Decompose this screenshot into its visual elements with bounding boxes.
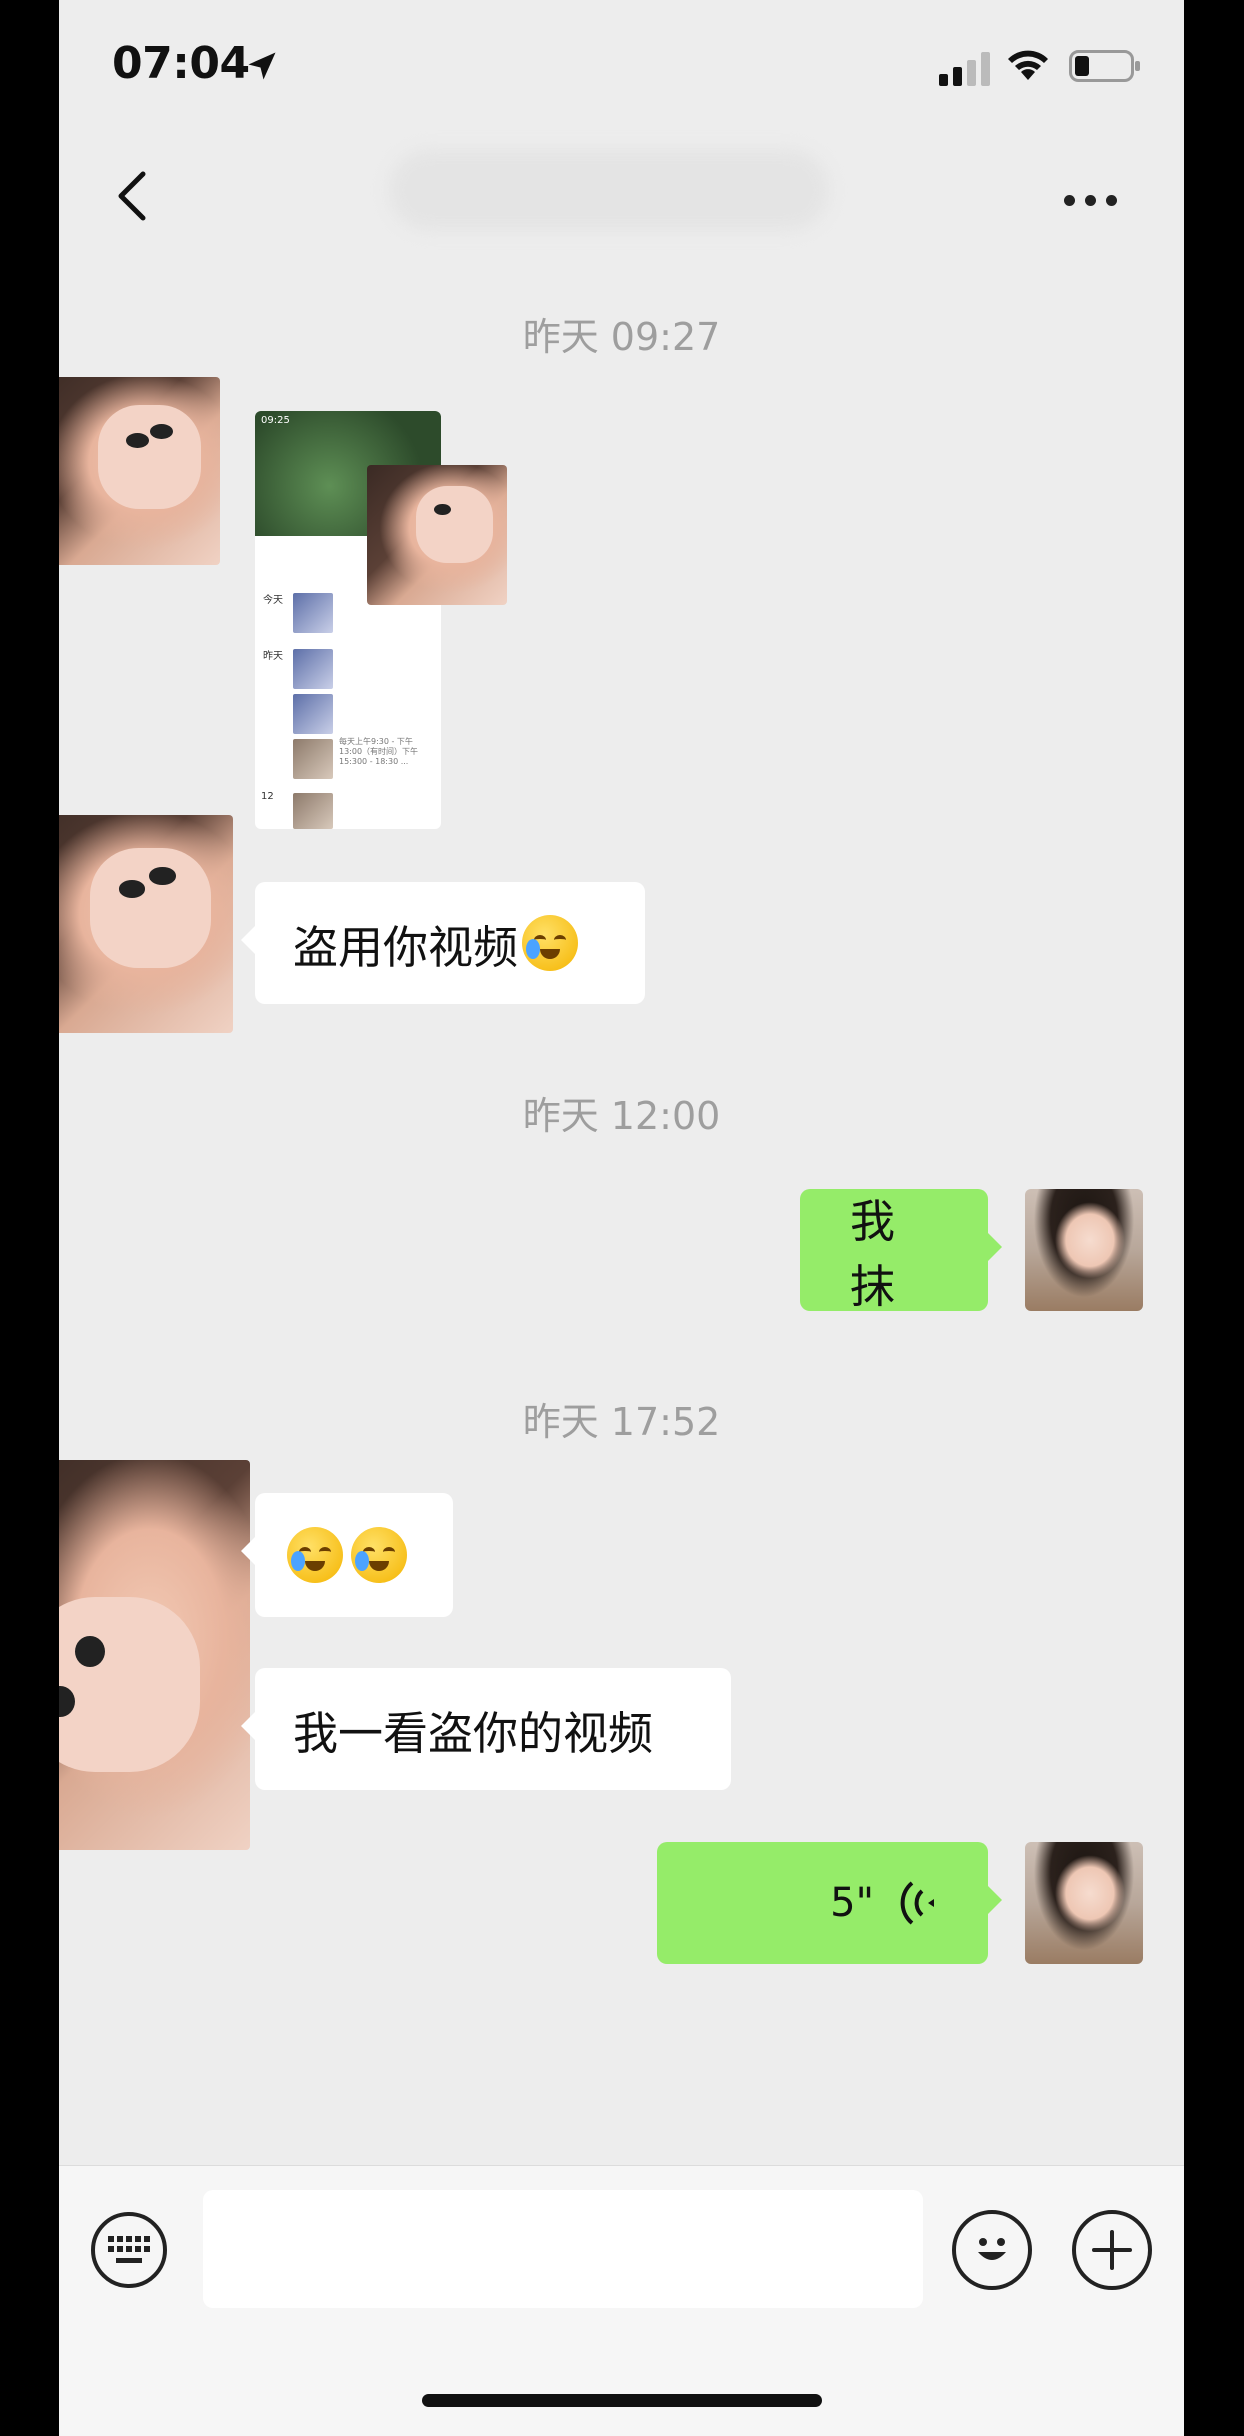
my-avatar[interactable] [1025, 1189, 1143, 1311]
thumb-label: 昨天 [263, 651, 283, 662]
thumb-label: 今天 [263, 595, 283, 606]
voice-wave-icon [900, 1881, 934, 1925]
keyboard-icon[interactable] [91, 2212, 167, 2288]
voice-duration: 5" [830, 1880, 874, 1926]
message-bubble[interactable]: 我一看盗你的视频 [241, 1668, 731, 1790]
emoji-message[interactable] [241, 1493, 453, 1617]
chat-title-blurred [389, 150, 829, 230]
my-avatar[interactable] [1025, 1842, 1143, 1964]
avatar[interactable] [59, 1460, 250, 1850]
location-arrow-icon [248, 52, 276, 80]
message-input[interactable] [203, 2190, 923, 2308]
crying-laughing-emoji [522, 915, 579, 971]
message-text: 我抹 [850, 1195, 896, 1313]
status-time: 07:04 [112, 38, 250, 89]
avatar[interactable] [59, 815, 233, 1033]
message-text: 我一看盗你的视频 [293, 1706, 654, 1760]
message-bubble[interactable]: 盗用你视频 [241, 882, 645, 1004]
avatar[interactable] [59, 377, 220, 565]
plus-icon[interactable] [1072, 2210, 1152, 2290]
thumb-label: 12 [261, 791, 274, 802]
chat-screen: 07:04 昨天 09:27 09:25 今天 昨天 每天上午9:30 - 下午… [59, 0, 1184, 2436]
back-chevron-icon[interactable] [105, 166, 165, 226]
thumb-time: 09:25 [261, 415, 290, 426]
signal-icon [939, 52, 990, 86]
crying-laughing-emoji [287, 1527, 343, 1583]
timestamp: 昨天 12:00 [522, 1094, 721, 1138]
message-text: 盗用你视频 [293, 920, 519, 974]
timestamp: 昨天 09:27 [522, 315, 721, 359]
sticker-overlay [367, 465, 507, 605]
battery-icon [1069, 50, 1140, 82]
voice-message[interactable]: 5" [657, 1842, 1002, 1964]
emoji-face-icon[interactable] [952, 2210, 1032, 2290]
wifi-icon [1008, 50, 1048, 80]
timestamp: 昨天 17:52 [522, 1400, 721, 1444]
crying-laughing-emoji [351, 1527, 407, 1583]
home-indicator[interactable] [422, 2394, 822, 2407]
thumb-note: 每天上午9:30 - 下午13:00（有时间）下午15:300 - 18:30 … [339, 737, 419, 766]
more-dots-icon[interactable] [1064, 170, 1134, 230]
message-bubble[interactable]: 我抹 [800, 1189, 1002, 1313]
